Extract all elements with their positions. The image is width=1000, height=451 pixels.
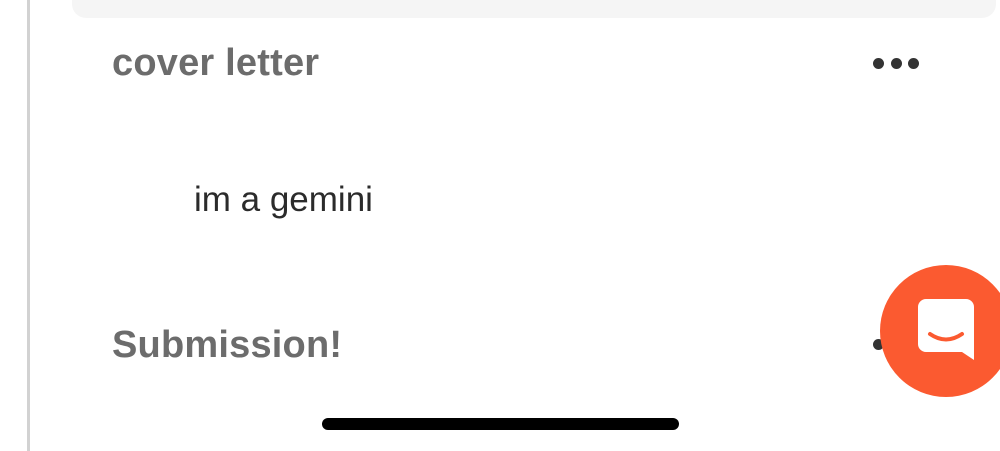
section-title-submission: Submission! <box>112 324 343 366</box>
page: cover letter im a gemini Submission! <box>0 0 1000 451</box>
more-dot <box>873 57 884 69</box>
previous-card <box>72 0 996 18</box>
section-title-cover-letter: cover letter <box>112 42 320 84</box>
more-dot <box>908 57 919 69</box>
left-divider <box>27 0 30 451</box>
chat-launcher-button[interactable] <box>880 265 1000 397</box>
more-dot <box>890 57 902 69</box>
chat-bubble-smile-icon <box>918 299 974 360</box>
home-indicator[interactable] <box>322 418 679 430</box>
cover-letter-text: im a gemini <box>194 180 373 219</box>
cover-letter-more-button[interactable] <box>873 55 919 71</box>
